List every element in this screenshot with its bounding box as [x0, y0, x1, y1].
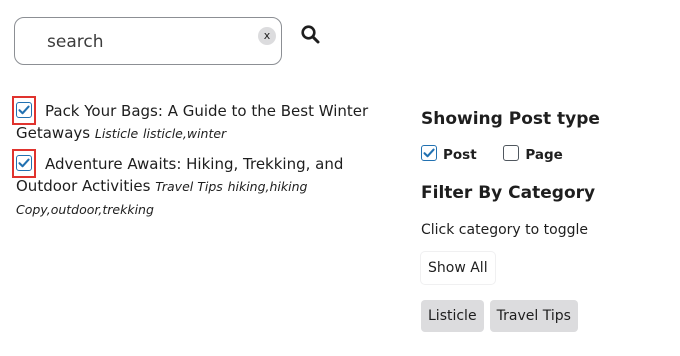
post-type-label: Page [525, 147, 563, 163]
results-list: Pack Your Bags: A Guide to the Best Wint… [12, 96, 384, 221]
clear-search-button[interactable]: x [258, 27, 276, 45]
filter-sidebar: Showing Post type Post Page Filter By Ca… [421, 106, 671, 332]
post-type-heading: Showing Post type [421, 109, 600, 129]
result-checkbox[interactable] [16, 102, 32, 118]
category-button-listicle[interactable]: Listicle [421, 300, 484, 332]
show-all-button[interactable]: Show All [421, 252, 495, 284]
category-buttons: Listicle Travel Tips [421, 300, 671, 332]
search-icon[interactable] [300, 24, 322, 46]
search-filter-page: x Pack Your Bags: A Guide to the Best Wi… [0, 0, 680, 356]
search-box: x [14, 17, 282, 65]
category-hint: Click category to toggle [421, 222, 588, 238]
result-category: Travel Tips [155, 179, 223, 194]
result-item: Adventure Awaits: Hiking, Trekking, and … [12, 149, 384, 221]
post-type-options: Post Page [421, 145, 671, 167]
post-checkbox[interactable] [421, 145, 437, 161]
post-type-label: Post [443, 147, 477, 163]
page-checkbox[interactable] [503, 145, 520, 161]
result-checkbox[interactable] [16, 155, 32, 171]
search-input[interactable] [47, 28, 247, 56]
result-tags: listicle,winter [143, 126, 227, 141]
post-type-option-page[interactable]: Page [503, 145, 563, 163]
category-heading: Filter By Category [421, 183, 596, 203]
post-type-option-post[interactable]: Post [421, 145, 477, 163]
result-category: Listicle [94, 126, 139, 141]
category-button-travel-tips[interactable]: Travel Tips [489, 300, 578, 332]
result-item: Pack Your Bags: A Guide to the Best Wint… [12, 96, 384, 145]
